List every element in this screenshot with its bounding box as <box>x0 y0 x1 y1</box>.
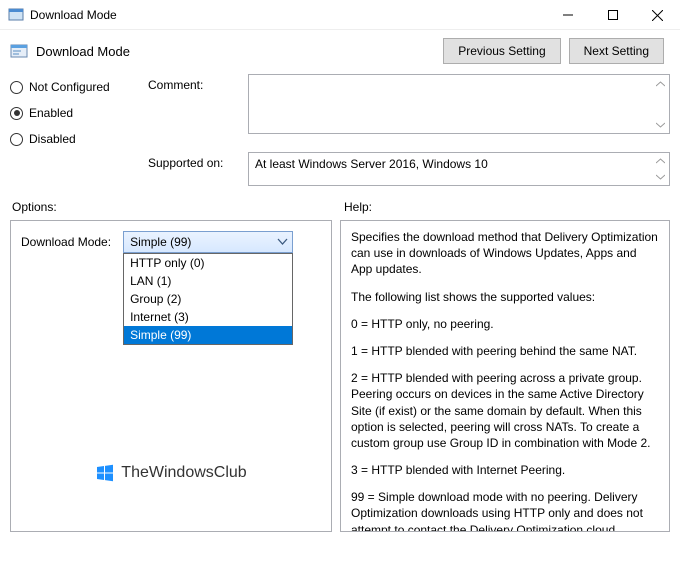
section-headers: Options: Help: <box>0 194 680 220</box>
help-label: Help: <box>344 200 372 214</box>
select-value: Simple (99) <box>130 235 191 249</box>
window-controls <box>545 0 680 29</box>
scroll-up-icon <box>652 75 669 92</box>
titlebar: Download Mode <box>0 0 680 30</box>
radio-icon <box>10 81 23 94</box>
options-panel: Download Mode: Simple (99) HTTP only (0)… <box>10 220 332 532</box>
select-option[interactable]: Group (2) <box>124 290 292 308</box>
help-paragraph: 2 = HTTP blended with peering across a p… <box>351 370 659 451</box>
radio-not-configured[interactable]: Not Configured <box>10 80 138 94</box>
previous-setting-button[interactable]: Previous Setting <box>443 38 560 64</box>
header: Download Mode Previous Setting Next Sett… <box>0 30 680 68</box>
close-button[interactable] <box>635 0 680 30</box>
download-mode-label: Download Mode: <box>21 235 111 249</box>
select-option[interactable]: Internet (3) <box>124 308 292 326</box>
page-title: Download Mode <box>36 44 435 59</box>
watermark-text: TheWindowsClub <box>121 464 246 482</box>
supported-on-label: Supported on: <box>148 152 238 170</box>
select-option[interactable]: Simple (99) <box>124 326 292 344</box>
scrollbar[interactable] <box>652 75 669 133</box>
radio-label: Disabled <box>29 132 76 146</box>
chevron-down-icon <box>277 236 288 250</box>
next-setting-button[interactable]: Next Setting <box>569 38 664 64</box>
app-icon <box>8 7 24 23</box>
scroll-down-icon <box>652 169 669 185</box>
help-paragraph: 0 = HTTP only, no peering. <box>351 316 659 332</box>
help-paragraph: 99 = Simple download mode with no peerin… <box>351 489 659 532</box>
comment-label: Comment: <box>148 74 238 92</box>
radio-label: Not Configured <box>29 80 110 94</box>
windows-logo-icon <box>95 463 115 483</box>
policy-icon <box>10 42 28 60</box>
help-paragraph: 1 = HTTP blended with peering behind the… <box>351 343 659 359</box>
select-dropdown: HTTP only (0) LAN (1) Group (2) Internet… <box>123 253 293 345</box>
help-paragraph: 3 = HTTP blended with Internet Peering. <box>351 462 659 478</box>
radio-icon <box>10 133 23 146</box>
watermark: TheWindowsClub <box>11 463 331 483</box>
lower-panels: Download Mode: Simple (99) HTTP only (0)… <box>0 220 680 542</box>
select-option[interactable]: HTTP only (0) <box>124 254 292 272</box>
scrollbar[interactable] <box>652 153 669 185</box>
select-display[interactable]: Simple (99) <box>123 231 293 253</box>
radio-disabled[interactable]: Disabled <box>10 132 138 146</box>
comment-textarea[interactable] <box>248 74 670 134</box>
scroll-down-icon <box>652 116 669 133</box>
window-title: Download Mode <box>30 8 545 22</box>
radio-icon <box>10 107 23 120</box>
radio-label: Enabled <box>29 106 73 120</box>
supported-on-box: At least Windows Server 2016, Windows 10 <box>248 152 670 186</box>
options-label: Options: <box>12 200 344 214</box>
supported-on-value: At least Windows Server 2016, Windows 10 <box>255 157 488 171</box>
select-option[interactable]: LAN (1) <box>124 272 292 290</box>
settings-form: Not Configured Enabled Disabled Comment:… <box>0 68 680 194</box>
help-paragraph: Specifies the download method that Deliv… <box>351 229 659 278</box>
radio-enabled[interactable]: Enabled <box>10 106 138 120</box>
minimize-button[interactable] <box>545 0 590 30</box>
scroll-up-icon <box>652 153 669 169</box>
help-paragraph: The following list shows the supported v… <box>351 289 659 305</box>
state-radios: Not Configured Enabled Disabled <box>10 74 138 146</box>
download-mode-select[interactable]: Simple (99) HTTP only (0) LAN (1) Group … <box>123 231 293 253</box>
maximize-button[interactable] <box>590 0 635 30</box>
help-panel: Specifies the download method that Deliv… <box>340 220 670 532</box>
